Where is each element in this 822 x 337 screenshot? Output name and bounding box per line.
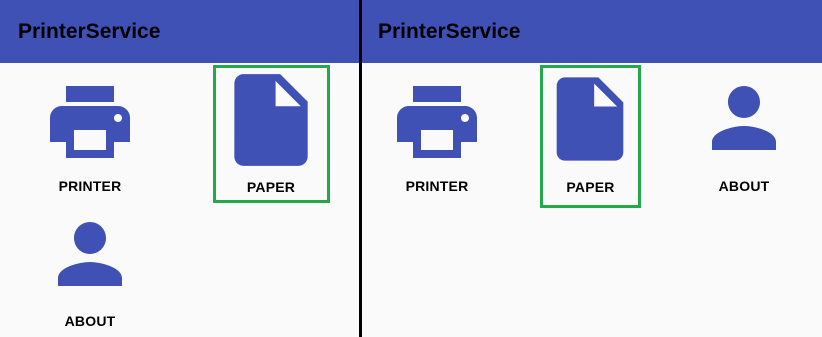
menu-item-about[interactable]: ABOUT	[674, 70, 814, 200]
menu-item-label: PAPER	[566, 179, 615, 195]
menu-item-paper[interactable]: PAPER	[540, 65, 641, 208]
menu-item-paper[interactable]: PAPER	[213, 65, 329, 203]
paper-icon	[556, 77, 624, 161]
printer-icon	[50, 86, 130, 158]
paper-icon	[234, 74, 308, 166]
printer-icon	[397, 86, 477, 158]
menu-item-label: PRINTER	[405, 178, 469, 194]
person-icon	[712, 86, 776, 150]
portrait-screen: PrinterService PRINTER PAPER ABOUT	[0, 0, 359, 337]
app-bar: PrinterService	[0, 0, 359, 63]
app-bar: PrinterService	[362, 0, 822, 63]
app-title: PrinterService	[378, 19, 521, 43]
menu-item-label: ABOUT	[64, 313, 116, 329]
landscape-screen: PrinterService PRINTER PAPER ABOUT	[362, 0, 822, 337]
menu-item-label: ABOUT	[718, 178, 770, 194]
menu-item-printer[interactable]: PRINTER	[367, 70, 507, 200]
menu-item-printer[interactable]: PRINTER	[20, 70, 160, 200]
menu-item-label: PRINTER	[58, 178, 122, 194]
person-icon	[58, 222, 122, 286]
menu-item-label: PAPER	[246, 179, 296, 195]
menu-item-about[interactable]: ABOUT	[20, 208, 160, 337]
app-title: PrinterService	[18, 19, 161, 43]
